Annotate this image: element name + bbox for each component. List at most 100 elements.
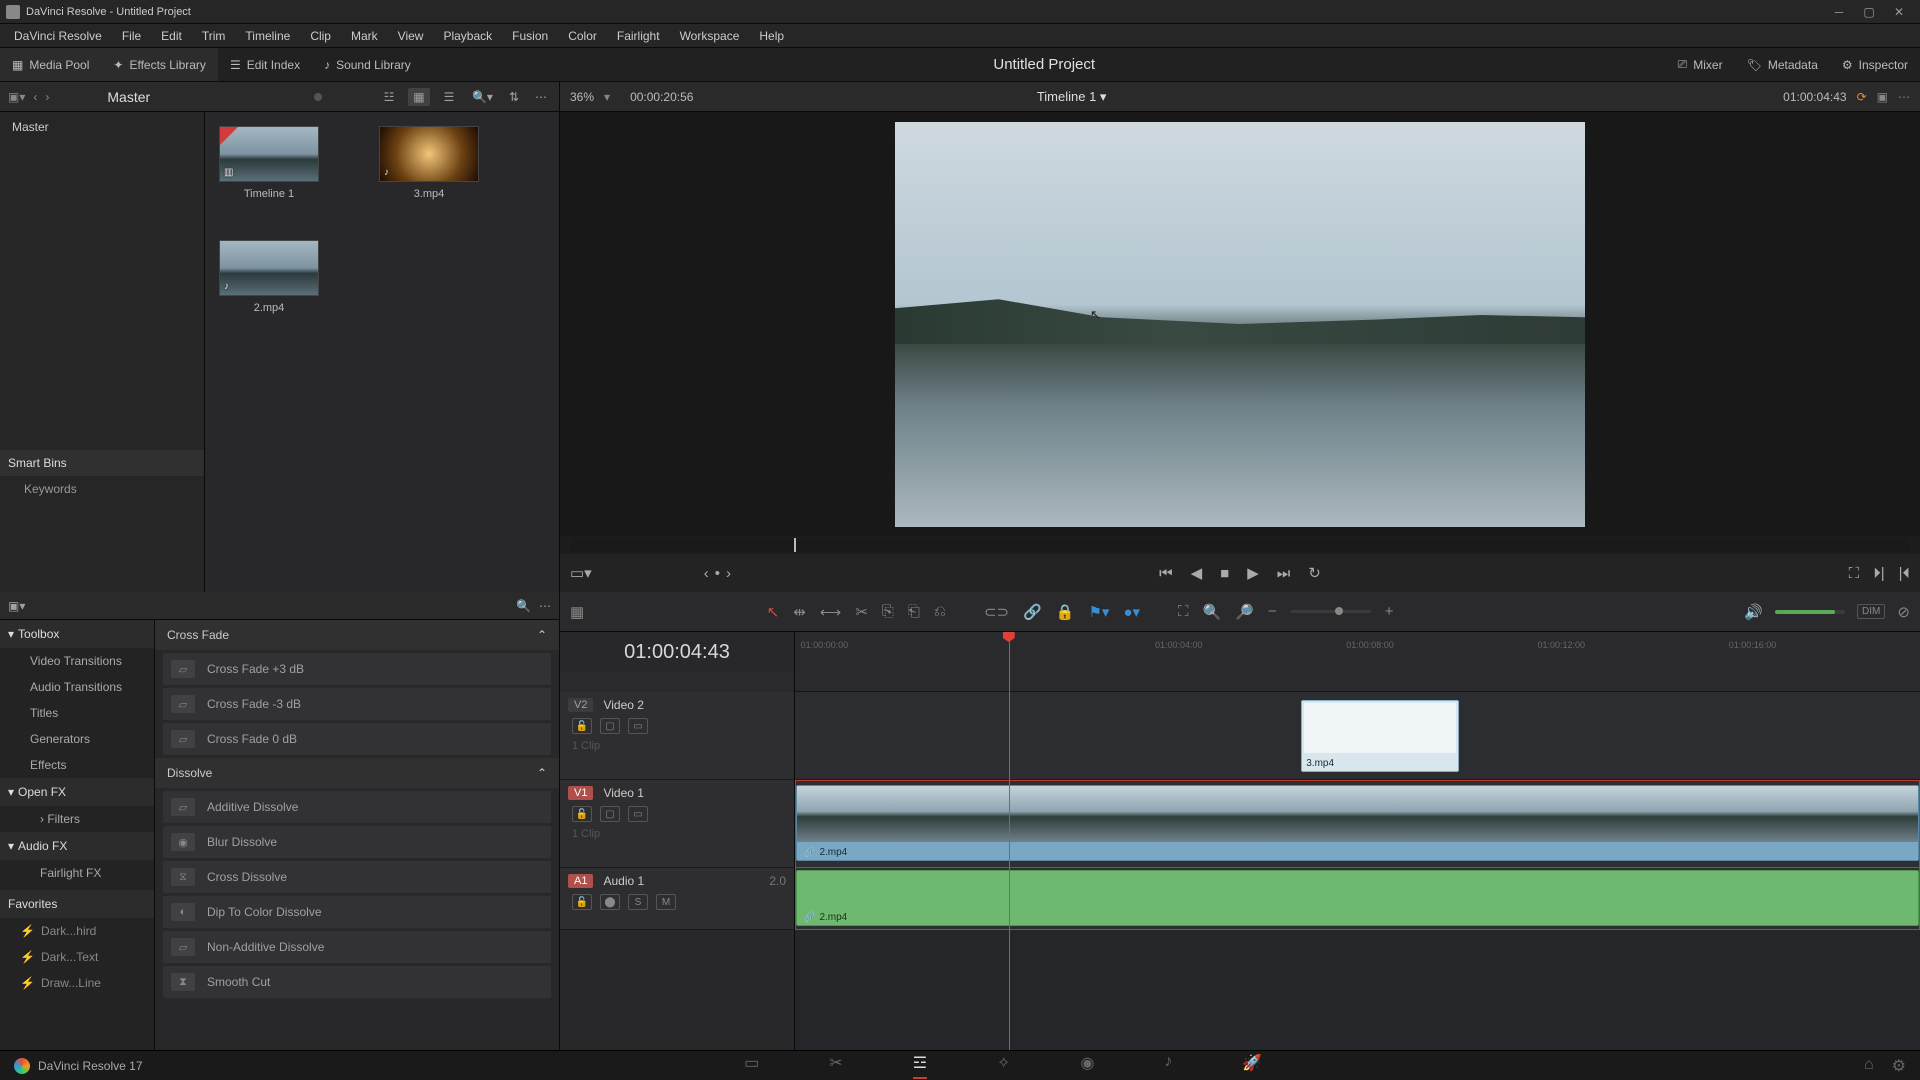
clip-2mp4-audio[interactable]: 🔗2.mp4 xyxy=(796,870,1919,926)
loop-button[interactable]: ↻ xyxy=(1308,564,1321,582)
menu-timeline[interactable]: Timeline xyxy=(235,29,300,43)
arm-track-icon[interactable]: ⬤ xyxy=(600,894,620,910)
metadata-toggle[interactable]: 🏷Metadata xyxy=(1735,48,1830,81)
options-icon[interactable]: ⋯ xyxy=(539,599,551,613)
blade-tool[interactable]: ✂ xyxy=(855,603,868,621)
disable-track-icon[interactable]: ▭ xyxy=(628,718,648,734)
panel-menu-icon[interactable]: ▣▾ xyxy=(8,599,25,613)
menu-mark[interactable]: Mark xyxy=(341,29,388,43)
fx-smooth-cut[interactable]: ⧗Smooth Cut xyxy=(163,966,551,998)
solo-button[interactable]: S xyxy=(628,894,648,910)
zoom-in-icon[interactable]: + xyxy=(1385,603,1394,620)
edit-dot-icon[interactable]: • xyxy=(715,565,720,582)
fx-crossfade-0[interactable]: ▱Cross Fade 0 dB xyxy=(163,723,551,755)
cat-audio-transitions[interactable]: Audio Transitions xyxy=(0,674,154,700)
fx-dip-color[interactable]: ◐Dip To Color Dissolve xyxy=(163,896,551,928)
options-icon[interactable]: ⋯ xyxy=(535,90,547,104)
cut-page-button[interactable]: ✂ xyxy=(829,1053,842,1079)
lock-track-icon[interactable]: 🔓 xyxy=(572,894,592,910)
detail-zoom-icon[interactable]: 🔍 xyxy=(1203,603,1222,621)
favorites-header[interactable]: Favorites xyxy=(0,890,154,918)
viewer-timeline-name[interactable]: Timeline 1 ▾ xyxy=(1037,89,1107,105)
track-header-v1[interactable]: V1Video 1 🔓▢▭ 1 Clip xyxy=(560,780,794,868)
go-first-button[interactable]: ⏮ xyxy=(1159,565,1173,582)
zoom-to-fit-icon[interactable]: ⛶ xyxy=(1178,603,1189,620)
menu-clip[interactable]: Clip xyxy=(300,29,341,43)
favorite-item[interactable]: ⚡Dark...Text xyxy=(0,944,154,970)
flag-icon[interactable]: ⚑▾ xyxy=(1088,603,1109,621)
menu-workspace[interactable]: Workspace xyxy=(670,29,750,43)
menu-file[interactable]: File xyxy=(112,29,151,43)
fx-additive-dissolve[interactable]: ▱Additive Dissolve xyxy=(163,791,551,823)
prev-mark-icon[interactable]: |⏴ xyxy=(1899,565,1910,582)
lock-track-icon[interactable]: 🔓 xyxy=(572,806,592,822)
playhead[interactable] xyxy=(1009,632,1010,1050)
toolbox-header[interactable]: ▾Toolbox xyxy=(0,620,154,648)
dynamic-trim-tool[interactable]: ⟷ xyxy=(820,603,842,621)
menu-edit[interactable]: Edit xyxy=(151,29,192,43)
zoom-out-icon[interactable]: − xyxy=(1268,603,1277,620)
prev-edit-nav-icon[interactable]: ‹ xyxy=(704,565,709,582)
view-list-icon[interactable]: ☰ xyxy=(438,88,460,106)
enable-track-icon[interactable]: ▢ xyxy=(600,806,620,822)
view-metadata-icon[interactable]: ☳ xyxy=(378,88,400,106)
enable-track-icon[interactable]: ▢ xyxy=(600,718,620,734)
volume-icon[interactable]: 🔊 xyxy=(1744,603,1763,621)
selection-tool[interactable]: ↖ xyxy=(767,603,780,621)
timeline-ruler[interactable]: 01:00:00:00 01:00:04:00 01:00:08:00 01:0… xyxy=(795,632,1920,692)
mute-monitor-icon[interactable]: ⊘ xyxy=(1897,603,1910,621)
timeline-timecode[interactable]: 01:00:04:43 xyxy=(560,632,794,672)
clip-2mp4-on-v1[interactable]: 🔗2.mp4 xyxy=(796,785,1919,861)
track-v2[interactable]: 3.mp4 xyxy=(795,692,1920,780)
insert-tool[interactable]: ⎘ xyxy=(882,603,894,620)
favorite-item[interactable]: ⚡Draw...Line xyxy=(0,970,154,996)
fullscreen-icon[interactable]: ⛶ xyxy=(1849,565,1860,582)
edit-page-button[interactable]: ☲ xyxy=(913,1053,927,1079)
smart-bins-header[interactable]: Smart Bins xyxy=(0,450,204,476)
cat-filters[interactable]: › Filters xyxy=(0,806,154,832)
favorite-item[interactable]: ⚡Dark...hird xyxy=(0,918,154,944)
timeline-tracks-area[interactable]: 01:00:00:00 01:00:04:00 01:00:08:00 01:0… xyxy=(795,632,1920,1050)
track-v1[interactable]: 🔗2.mp4 xyxy=(795,780,1920,868)
group-dissolve[interactable]: Dissolve⌃ xyxy=(155,758,559,788)
media-page-button[interactable]: ▭ xyxy=(744,1053,759,1079)
track-tag[interactable]: V1 xyxy=(568,786,593,800)
fairlight-page-button[interactable]: ♪ xyxy=(1164,1053,1172,1079)
zoom-dropdown-icon[interactable]: ▾ xyxy=(604,90,610,104)
go-last-button[interactable]: ⏭ xyxy=(1277,565,1291,582)
trim-tool[interactable]: ⇹ xyxy=(793,603,806,621)
media-pool-toggle[interactable]: ▦Media Pool xyxy=(0,48,101,81)
track-header-a1[interactable]: A1Audio 12.0 🔓⬤SM xyxy=(560,868,794,930)
next-mark-icon[interactable]: ⏵| xyxy=(1873,565,1884,582)
viewer-options-icon[interactable]: ⋯ xyxy=(1898,90,1910,104)
close-button[interactable]: ✕ xyxy=(1884,2,1914,22)
search-icon[interactable]: 🔍 xyxy=(516,599,531,613)
maximize-button[interactable]: ▢ xyxy=(1854,2,1884,22)
dim-button[interactable]: DIM xyxy=(1857,604,1885,619)
fx-cross-dissolve[interactable]: ⧖Cross Dissolve xyxy=(163,861,551,893)
clip-3mp4-on-v2[interactable]: 3.mp4 xyxy=(1301,700,1459,772)
keywords-bin[interactable]: Keywords xyxy=(0,476,204,502)
marker-icon[interactable]: ●▾ xyxy=(1123,603,1140,621)
play-button[interactable]: ▶ xyxy=(1247,564,1259,582)
nav-fwd-icon[interactable]: › xyxy=(45,90,49,104)
menu-trim[interactable]: Trim xyxy=(192,29,236,43)
overwrite-tool[interactable]: ⎗ xyxy=(908,603,920,620)
viewer-scrubber[interactable] xyxy=(570,538,1910,552)
disable-track-icon[interactable]: ▭ xyxy=(628,806,648,822)
nav-back-icon[interactable]: ‹ xyxy=(33,90,37,104)
track-header-v2[interactable]: V2Video 2 🔓▢▭ 1 Clip xyxy=(560,692,794,780)
next-edit-nav-icon[interactable]: › xyxy=(726,565,731,582)
track-tag[interactable]: A1 xyxy=(568,874,593,888)
view-thumb-icon[interactable]: ▦ xyxy=(408,88,430,106)
search-icon[interactable]: 🔍▾ xyxy=(472,90,493,104)
panel-menu-icon[interactable]: ▣▾ xyxy=(8,90,25,104)
effects-library-toggle[interactable]: ✦Effects Library xyxy=(101,48,218,81)
single-dual-viewer-icon[interactable]: ▣ xyxy=(1877,90,1888,104)
lock-track-icon[interactable]: 🔓 xyxy=(572,718,592,734)
zoom-slider[interactable] xyxy=(1291,610,1371,613)
track-a1[interactable]: 🔗2.mp4 xyxy=(795,868,1920,930)
clips-grid[interactable]: ▥ Timeline 1 ♪ 3.mp4 ♪ 2.mp4 xyxy=(205,112,559,592)
mute-button[interactable]: M xyxy=(656,894,676,910)
mixer-toggle[interactable]: ⎚Mixer xyxy=(1666,48,1735,81)
